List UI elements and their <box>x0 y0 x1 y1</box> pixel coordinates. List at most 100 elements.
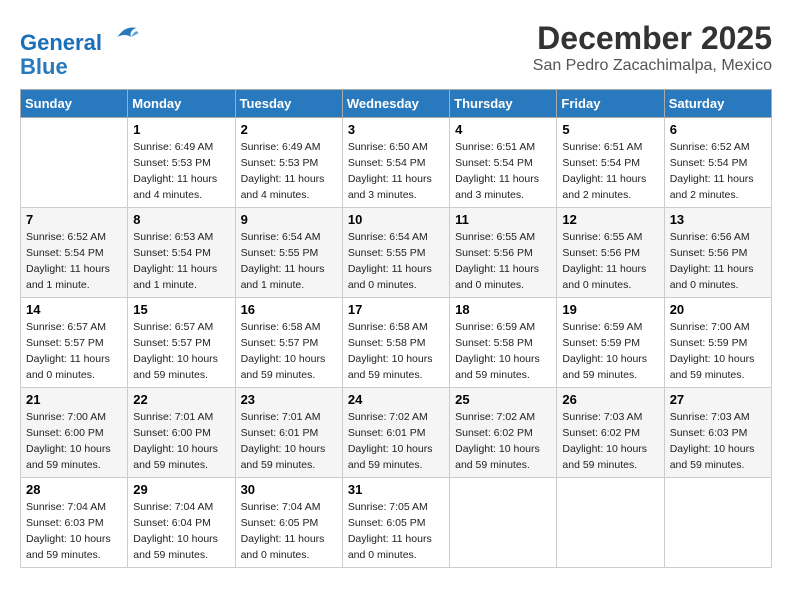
day-info: Sunrise: 6:51 AM Sunset: 5:54 PM Dayligh… <box>455 140 551 203</box>
calendar-cell: 3Sunrise: 6:50 AM Sunset: 5:54 PM Daylig… <box>342 118 449 208</box>
calendar-week-row: 21 Sunrise: 7:00 AM Sunset: 6:00 PM Dayli… <box>21 388 772 478</box>
calendar-cell: 19 Sunrise: 6:59 AM Sunset: 5:59 PM Dayli… <box>557 298 664 388</box>
logo: General Blue <box>20 20 140 79</box>
calendar-cell: 2 Sunrise: 6:49 AM Sunset: 5:53 PM Daylig… <box>235 118 342 208</box>
calendar-week-row: 14Sunrise: 6:57 AM Sunset: 5:57 PM Dayli… <box>21 298 772 388</box>
day-header-sunday: Sunday <box>21 90 128 118</box>
day-number: 28 <box>26 482 122 497</box>
calendar-cell: 22 Sunrise: 7:01 AM Sunset: 6:00 PM Dayli… <box>128 388 235 478</box>
day-info: Sunrise: 6:56 AM Sunset: 5:56 PM Dayligh… <box>670 230 766 293</box>
day-number: 29 <box>133 482 229 497</box>
day-number: 18 <box>455 302 551 317</box>
calendar-week-row: 28 Sunrise: 7:04 AM Sunset: 6:03 PM Dayli… <box>21 478 772 568</box>
day-info: Sunrise: 7:04 AM Sunset: 6:05 PM Dayligh… <box>241 500 337 563</box>
day-number: 10 <box>348 212 444 227</box>
day-number: 14 <box>26 302 122 317</box>
calendar-cell: 4Sunrise: 6:51 AM Sunset: 5:54 PM Daylig… <box>450 118 557 208</box>
day-info: Sunrise: 6:54 AM Sunset: 5:55 PM Dayligh… <box>348 230 444 293</box>
calendar-cell: 28 Sunrise: 7:04 AM Sunset: 6:03 PM Dayli… <box>21 478 128 568</box>
logo-text: General <box>20 20 140 55</box>
header-row: SundayMondayTuesdayWednesdayThursdayFrid… <box>21 90 772 118</box>
day-number: 27 <box>670 392 766 407</box>
day-info: Sunrise: 7:03 AM Sunset: 6:03 PM Dayligh… <box>670 410 766 473</box>
day-info: Sunrise: 6:51 AM Sunset: 5:54 PM Dayligh… <box>562 140 658 203</box>
day-number: 30 <box>241 482 337 497</box>
calendar-cell: 9 Sunrise: 6:54 AM Sunset: 5:55 PM Daylig… <box>235 208 342 298</box>
calendar-cell: 23Sunrise: 7:01 AM Sunset: 6:01 PM Dayli… <box>235 388 342 478</box>
calendar-cell: 12Sunrise: 6:55 AM Sunset: 5:56 PM Dayli… <box>557 208 664 298</box>
day-number: 12 <box>562 212 658 227</box>
calendar-cell: 10 Sunrise: 6:54 AM Sunset: 5:55 PM Dayli… <box>342 208 449 298</box>
day-header-thursday: Thursday <box>450 90 557 118</box>
day-info: Sunrise: 6:54 AM Sunset: 5:55 PM Dayligh… <box>241 230 337 293</box>
calendar-cell <box>557 478 664 568</box>
calendar-cell: 7Sunrise: 6:52 AM Sunset: 5:54 PM Daylig… <box>21 208 128 298</box>
calendar-cell: 1Sunrise: 6:49 AM Sunset: 5:53 PM Daylig… <box>128 118 235 208</box>
calendar-cell: 21 Sunrise: 7:00 AM Sunset: 6:00 PM Dayli… <box>21 388 128 478</box>
logo-text-blue: Blue <box>20 55 140 79</box>
calendar-cell: 16Sunrise: 6:58 AM Sunset: 5:57 PM Dayli… <box>235 298 342 388</box>
calendar-cell: 11 Sunrise: 6:55 AM Sunset: 5:56 PM Dayli… <box>450 208 557 298</box>
day-info: Sunrise: 7:04 AM Sunset: 6:04 PM Dayligh… <box>133 500 229 563</box>
day-header-saturday: Saturday <box>664 90 771 118</box>
day-info: Sunrise: 7:01 AM Sunset: 6:01 PM Dayligh… <box>241 410 337 473</box>
calendar-cell <box>450 478 557 568</box>
day-info: Sunrise: 6:50 AM Sunset: 5:54 PM Dayligh… <box>348 140 444 203</box>
day-info: Sunrise: 6:55 AM Sunset: 5:56 PM Dayligh… <box>455 230 551 293</box>
day-header-monday: Monday <box>128 90 235 118</box>
calendar-cell: 15Sunrise: 6:57 AM Sunset: 5:57 PM Dayli… <box>128 298 235 388</box>
calendar-cell <box>21 118 128 208</box>
day-number: 8 <box>133 212 229 227</box>
calendar-cell: 5 Sunrise: 6:51 AM Sunset: 5:54 PM Daylig… <box>557 118 664 208</box>
calendar-cell: 18Sunrise: 6:59 AM Sunset: 5:58 PM Dayli… <box>450 298 557 388</box>
day-info: Sunrise: 7:03 AM Sunset: 6:02 PM Dayligh… <box>562 410 658 473</box>
day-number: 5 <box>562 122 658 137</box>
day-info: Sunrise: 7:02 AM Sunset: 6:01 PM Dayligh… <box>348 410 444 473</box>
logo-bird-icon <box>110 20 140 50</box>
day-number: 6 <box>670 122 766 137</box>
day-info: Sunrise: 6:49 AM Sunset: 5:53 PM Dayligh… <box>241 140 337 203</box>
calendar-cell: 29 Sunrise: 7:04 AM Sunset: 6:04 PM Dayli… <box>128 478 235 568</box>
page-header: General Blue December 2025 San Pedro Zac… <box>20 20 772 79</box>
day-info: Sunrise: 7:00 AM Sunset: 5:59 PM Dayligh… <box>670 320 766 383</box>
calendar-week-row: 7Sunrise: 6:52 AM Sunset: 5:54 PM Daylig… <box>21 208 772 298</box>
calendar-cell: 17Sunrise: 6:58 AM Sunset: 5:58 PM Dayli… <box>342 298 449 388</box>
day-info: Sunrise: 7:05 AM Sunset: 6:05 PM Dayligh… <box>348 500 444 563</box>
calendar-cell: 8 Sunrise: 6:53 AM Sunset: 5:54 PM Daylig… <box>128 208 235 298</box>
day-info: Sunrise: 6:52 AM Sunset: 5:54 PM Dayligh… <box>670 140 766 203</box>
title-block: December 2025 San Pedro Zacachimalpa, Me… <box>533 20 772 75</box>
day-info: Sunrise: 7:02 AM Sunset: 6:02 PM Dayligh… <box>455 410 551 473</box>
day-number: 1 <box>133 122 229 137</box>
day-info: Sunrise: 7:00 AM Sunset: 6:00 PM Dayligh… <box>26 410 122 473</box>
day-number: 13 <box>670 212 766 227</box>
day-number: 24 <box>348 392 444 407</box>
calendar-week-row: 1 Sunrise: 6:49 AM Sunset: 5:53 PM Daylig… <box>21 118 772 208</box>
day-number: 9 <box>241 212 337 227</box>
calendar-cell: 27 Sunrise: 7:03 AM Sunset: 6:03 PM Dayli… <box>664 388 771 478</box>
day-info: Sunrise: 7:01 AM Sunset: 6:00 PM Dayligh… <box>133 410 229 473</box>
day-number: 20 <box>670 302 766 317</box>
calendar-cell: 14Sunrise: 6:57 AM Sunset: 5:57 PM Dayli… <box>21 298 128 388</box>
calendar-cell: 6 Sunrise: 6:52 AM Sunset: 5:54 PM Daylig… <box>664 118 771 208</box>
calendar-cell: 20 Sunrise: 7:00 AM Sunset: 5:59 PM Dayli… <box>664 298 771 388</box>
calendar-cell: 25 Sunrise: 7:02 AM Sunset: 6:02 PM Dayli… <box>450 388 557 478</box>
day-header-friday: Friday <box>557 90 664 118</box>
day-info: Sunrise: 7:04 AM Sunset: 6:03 PM Dayligh… <box>26 500 122 563</box>
calendar-cell: 13 Sunrise: 6:56 AM Sunset: 5:56 PM Dayli… <box>664 208 771 298</box>
day-number: 22 <box>133 392 229 407</box>
day-number: 17 <box>348 302 444 317</box>
day-number: 2 <box>241 122 337 137</box>
day-number: 26 <box>562 392 658 407</box>
day-header-wednesday: Wednesday <box>342 90 449 118</box>
day-header-tuesday: Tuesday <box>235 90 342 118</box>
day-number: 21 <box>26 392 122 407</box>
month-title: December 2025 <box>533 20 772 57</box>
day-number: 15 <box>133 302 229 317</box>
day-info: Sunrise: 6:59 AM Sunset: 5:59 PM Dayligh… <box>562 320 658 383</box>
day-info: Sunrise: 6:53 AM Sunset: 5:54 PM Dayligh… <box>133 230 229 293</box>
day-number: 11 <box>455 212 551 227</box>
day-number: 25 <box>455 392 551 407</box>
day-number: 19 <box>562 302 658 317</box>
day-info: Sunrise: 6:58 AM Sunset: 5:57 PM Dayligh… <box>241 320 337 383</box>
calendar-cell <box>664 478 771 568</box>
